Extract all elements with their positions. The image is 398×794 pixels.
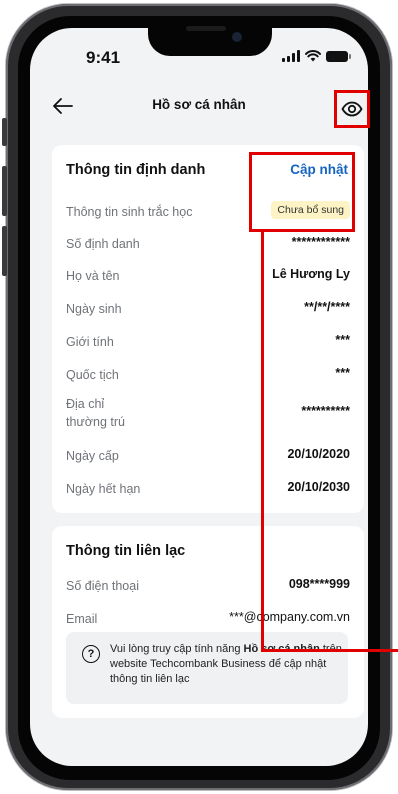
update-highlight-box xyxy=(249,152,355,232)
signal-icon xyxy=(282,50,300,62)
notch xyxy=(148,20,272,56)
volume-up-button xyxy=(2,166,7,216)
front-camera xyxy=(232,32,242,42)
full-name-label: Họ và tên xyxy=(66,269,120,283)
status-icons xyxy=(282,50,351,62)
contact-info-box: ? Vui lòng truy cập tính năng Hồ sơ cá n… xyxy=(66,632,348,704)
toggle-visibility-button[interactable] xyxy=(334,90,370,128)
contact-card: Thông tin liên lạc Số điện thoại 098****… xyxy=(52,526,364,718)
highlight-connector-horizontal xyxy=(261,649,398,652)
biometric-label: Thông tin sinh trắc học xyxy=(66,205,193,219)
full-name-value: Lê Hương Ly xyxy=(272,267,350,281)
address-value: ********** xyxy=(301,404,350,418)
silent-switch xyxy=(2,118,7,146)
id-number-value: ************ xyxy=(291,235,350,249)
email-label: Email xyxy=(66,612,98,626)
gender-value: *** xyxy=(335,333,350,347)
nationality-label: Quốc tịch xyxy=(66,368,119,382)
address-label-line2: thường trú xyxy=(66,415,125,429)
address-label-line1: Địa chỉ xyxy=(66,397,105,411)
nationality-value: *** xyxy=(335,366,350,380)
identity-section-title: Thông tin định danh xyxy=(66,162,206,178)
birth-date-value: **/**/**** xyxy=(304,300,350,314)
question-icon: ? xyxy=(82,645,100,663)
issue-date-value: 20/10/2020 xyxy=(287,447,350,461)
expiry-date-label: Ngày hết hạn xyxy=(66,482,141,496)
status-time: 9:41 xyxy=(86,48,121,67)
contact-section-title: Thông tin liên lạc xyxy=(66,543,186,559)
battery-icon xyxy=(326,51,351,62)
expiry-date-value: 20/10/2030 xyxy=(287,480,350,494)
birth-date-label: Ngày sinh xyxy=(66,302,122,316)
gender-label: Giới tính xyxy=(66,335,114,349)
email-value: ***@company.com.vn xyxy=(229,610,350,624)
issue-date-label: Ngày cấp xyxy=(66,449,119,463)
address-row: Địa chỉ thường trú ********** xyxy=(66,395,350,431)
eye-icon xyxy=(341,101,363,117)
volume-down-button xyxy=(2,226,7,276)
phone-value: 098****999 xyxy=(288,577,350,591)
id-number-label: Số định danh xyxy=(66,237,140,251)
phone-label: Số điện thoại xyxy=(66,579,139,593)
wifi-icon xyxy=(305,50,321,62)
speaker-grille xyxy=(186,26,226,31)
highlight-connector-vertical xyxy=(261,230,264,652)
